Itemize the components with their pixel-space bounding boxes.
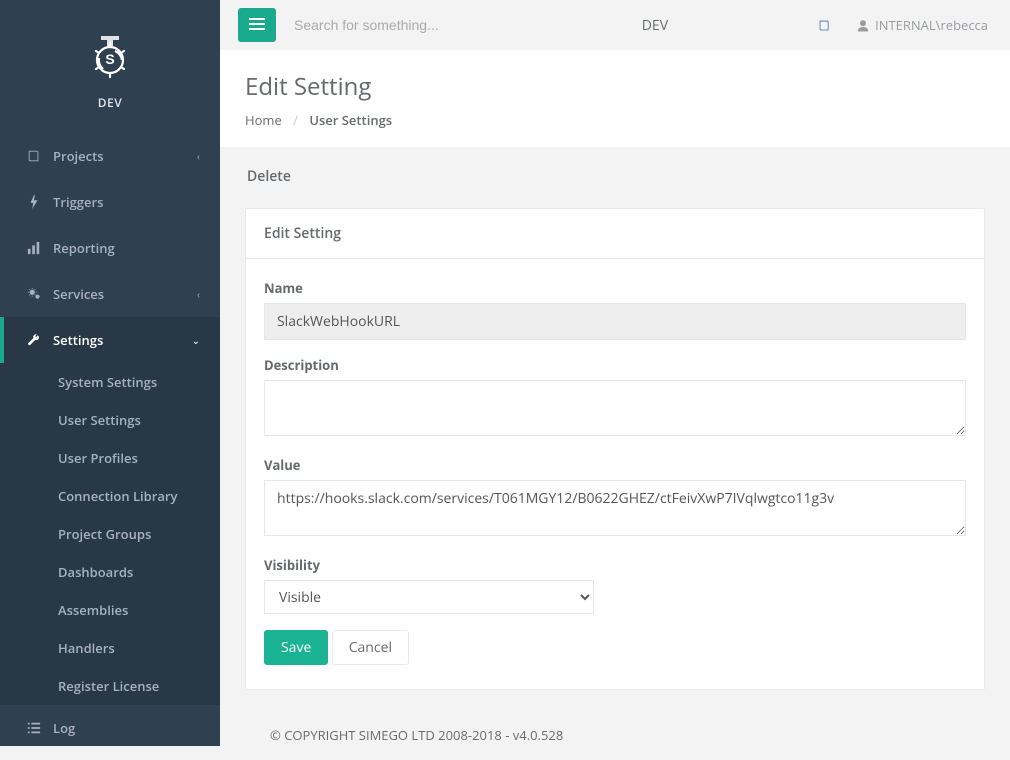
top-book-link[interactable] (818, 19, 837, 32)
nav-label: Settings (53, 331, 192, 349)
page-title: Edit Setting (245, 70, 985, 103)
book-icon (818, 19, 831, 32)
menu-toggle-button[interactable] (238, 8, 276, 42)
visibility-label: Visibility (264, 556, 966, 574)
logo-label: DEV (0, 94, 220, 111)
page-heading: Edit Setting Home / User Settings (220, 50, 1010, 147)
content: Delete Edit Setting Name Description Val… (220, 147, 1010, 760)
subnav-user-profiles[interactable]: User Profiles (0, 439, 220, 477)
nav-label: Log (53, 719, 200, 737)
breadcrumb-home[interactable]: Home (245, 111, 282, 129)
value-label: Value (264, 456, 966, 474)
bars-icon (249, 17, 265, 34)
nav-label: Triggers (53, 193, 200, 211)
nav-projects[interactable]: Projects ‹ (0, 133, 220, 179)
nav-label: Projects (53, 147, 197, 165)
chevron-left-icon: ‹ (197, 287, 200, 301)
chevron-left-icon: ‹ (197, 149, 200, 163)
footer: © COPYRIGHT SIMEGO LTD 2008-2018 - v4.0.… (245, 710, 985, 760)
nav-label: Services (53, 285, 197, 303)
subnav-register-license[interactable]: Register License (0, 667, 220, 705)
main-area: DEV INTERNAL\rebecca Edit Setting Home /… (220, 0, 1010, 760)
name-field[interactable] (264, 303, 966, 340)
name-label: Name (264, 279, 966, 297)
bar-chart-icon (25, 241, 43, 255)
cogs-icon (25, 287, 43, 301)
breadcrumb-separator: / (293, 111, 298, 129)
logo-icon: S (83, 28, 137, 86)
environment-label: DEV (642, 16, 668, 35)
nav-reporting[interactable]: Reporting (0, 225, 220, 271)
description-field[interactable] (264, 380, 966, 436)
copyright-text: © COPYRIGHT SIMEGO LTD 2008-2018 - v4.0.… (270, 726, 563, 744)
sidebar: S DEV Projects ‹ Triggers Reporting Serv… (0, 0, 220, 746)
nav-services[interactable]: Services ‹ (0, 271, 220, 317)
subnav-assemblies[interactable]: Assemblies (0, 591, 220, 629)
nav-log[interactable]: Log (0, 705, 220, 746)
nav-settings[interactable]: Settings ⌄ (0, 317, 220, 363)
value-field[interactable]: https://hooks.slack.com/services/T061MGY… (264, 480, 966, 536)
user-icon (857, 19, 869, 32)
subnav-project-groups[interactable]: Project Groups (0, 515, 220, 553)
book-icon (25, 149, 43, 163)
svg-text:S: S (105, 51, 114, 67)
nav-label: Reporting (53, 239, 200, 257)
visibility-select[interactable]: Visible (264, 580, 594, 614)
topbar: DEV INTERNAL\rebecca (220, 0, 1010, 50)
cancel-button[interactable]: Cancel (332, 630, 409, 665)
wrench-icon (25, 333, 43, 347)
search-input[interactable] (294, 17, 554, 33)
subnav-handlers[interactable]: Handlers (0, 629, 220, 667)
logo-area: S DEV (0, 0, 220, 133)
description-label: Description (264, 356, 966, 374)
panel-body: Name Description Value https://hooks.sla… (246, 259, 984, 689)
subnav-connection-library[interactable]: Connection Library (0, 477, 220, 515)
delete-link[interactable]: Delete (247, 167, 291, 186)
subnav-user-settings[interactable]: User Settings (0, 401, 220, 439)
chevron-down-icon: ⌄ (192, 333, 200, 347)
list-icon (25, 721, 43, 735)
subnav-dashboards[interactable]: Dashboards (0, 553, 220, 591)
edit-setting-panel: Edit Setting Name Description Value http… (245, 208, 985, 690)
nav-triggers[interactable]: Triggers (0, 179, 220, 225)
save-button[interactable]: Save (264, 630, 328, 665)
nav-settings-submenu: System Settings User Settings User Profi… (0, 363, 220, 705)
breadcrumb: Home / User Settings (245, 111, 985, 129)
user-menu[interactable]: INTERNAL\rebecca (857, 16, 988, 34)
bolt-icon (25, 195, 43, 209)
user-label: INTERNAL\rebecca (875, 16, 988, 34)
breadcrumb-active: User Settings (309, 111, 392, 129)
subnav-system-settings[interactable]: System Settings (0, 363, 220, 401)
panel-heading: Edit Setting (246, 209, 984, 259)
